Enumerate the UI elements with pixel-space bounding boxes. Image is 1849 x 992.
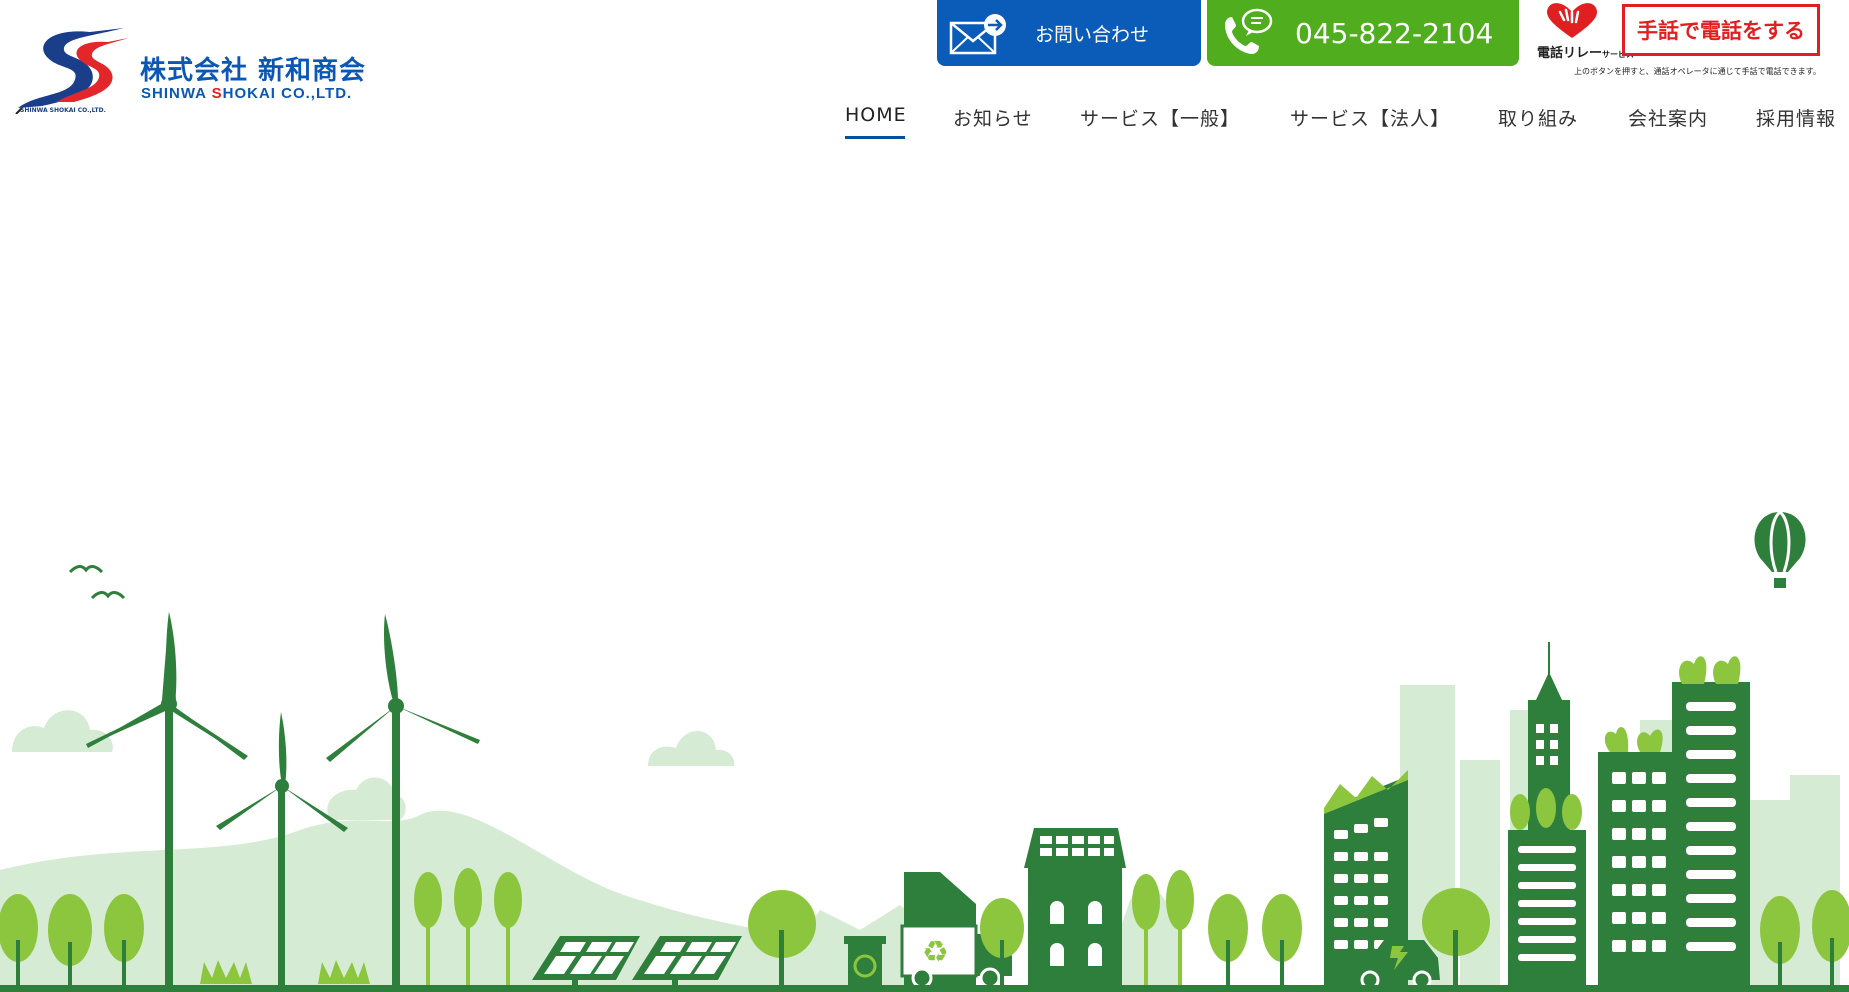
svg-text:♻: ♻ — [922, 935, 949, 970]
recycle-bin-icon — [844, 936, 886, 990]
solar-house-icon — [1024, 828, 1126, 990]
ground-line — [0, 985, 1849, 992]
skyscraper-icon — [1508, 642, 1586, 990]
tree-icon — [1208, 894, 1302, 990]
bird-icon — [68, 565, 126, 600]
cloud-icon — [12, 710, 735, 820]
eco-city-hero-illustration: ♻ — [0, 510, 1849, 992]
hot-air-balloon-icon — [1754, 510, 1806, 588]
office-building-icon — [1598, 656, 1750, 990]
